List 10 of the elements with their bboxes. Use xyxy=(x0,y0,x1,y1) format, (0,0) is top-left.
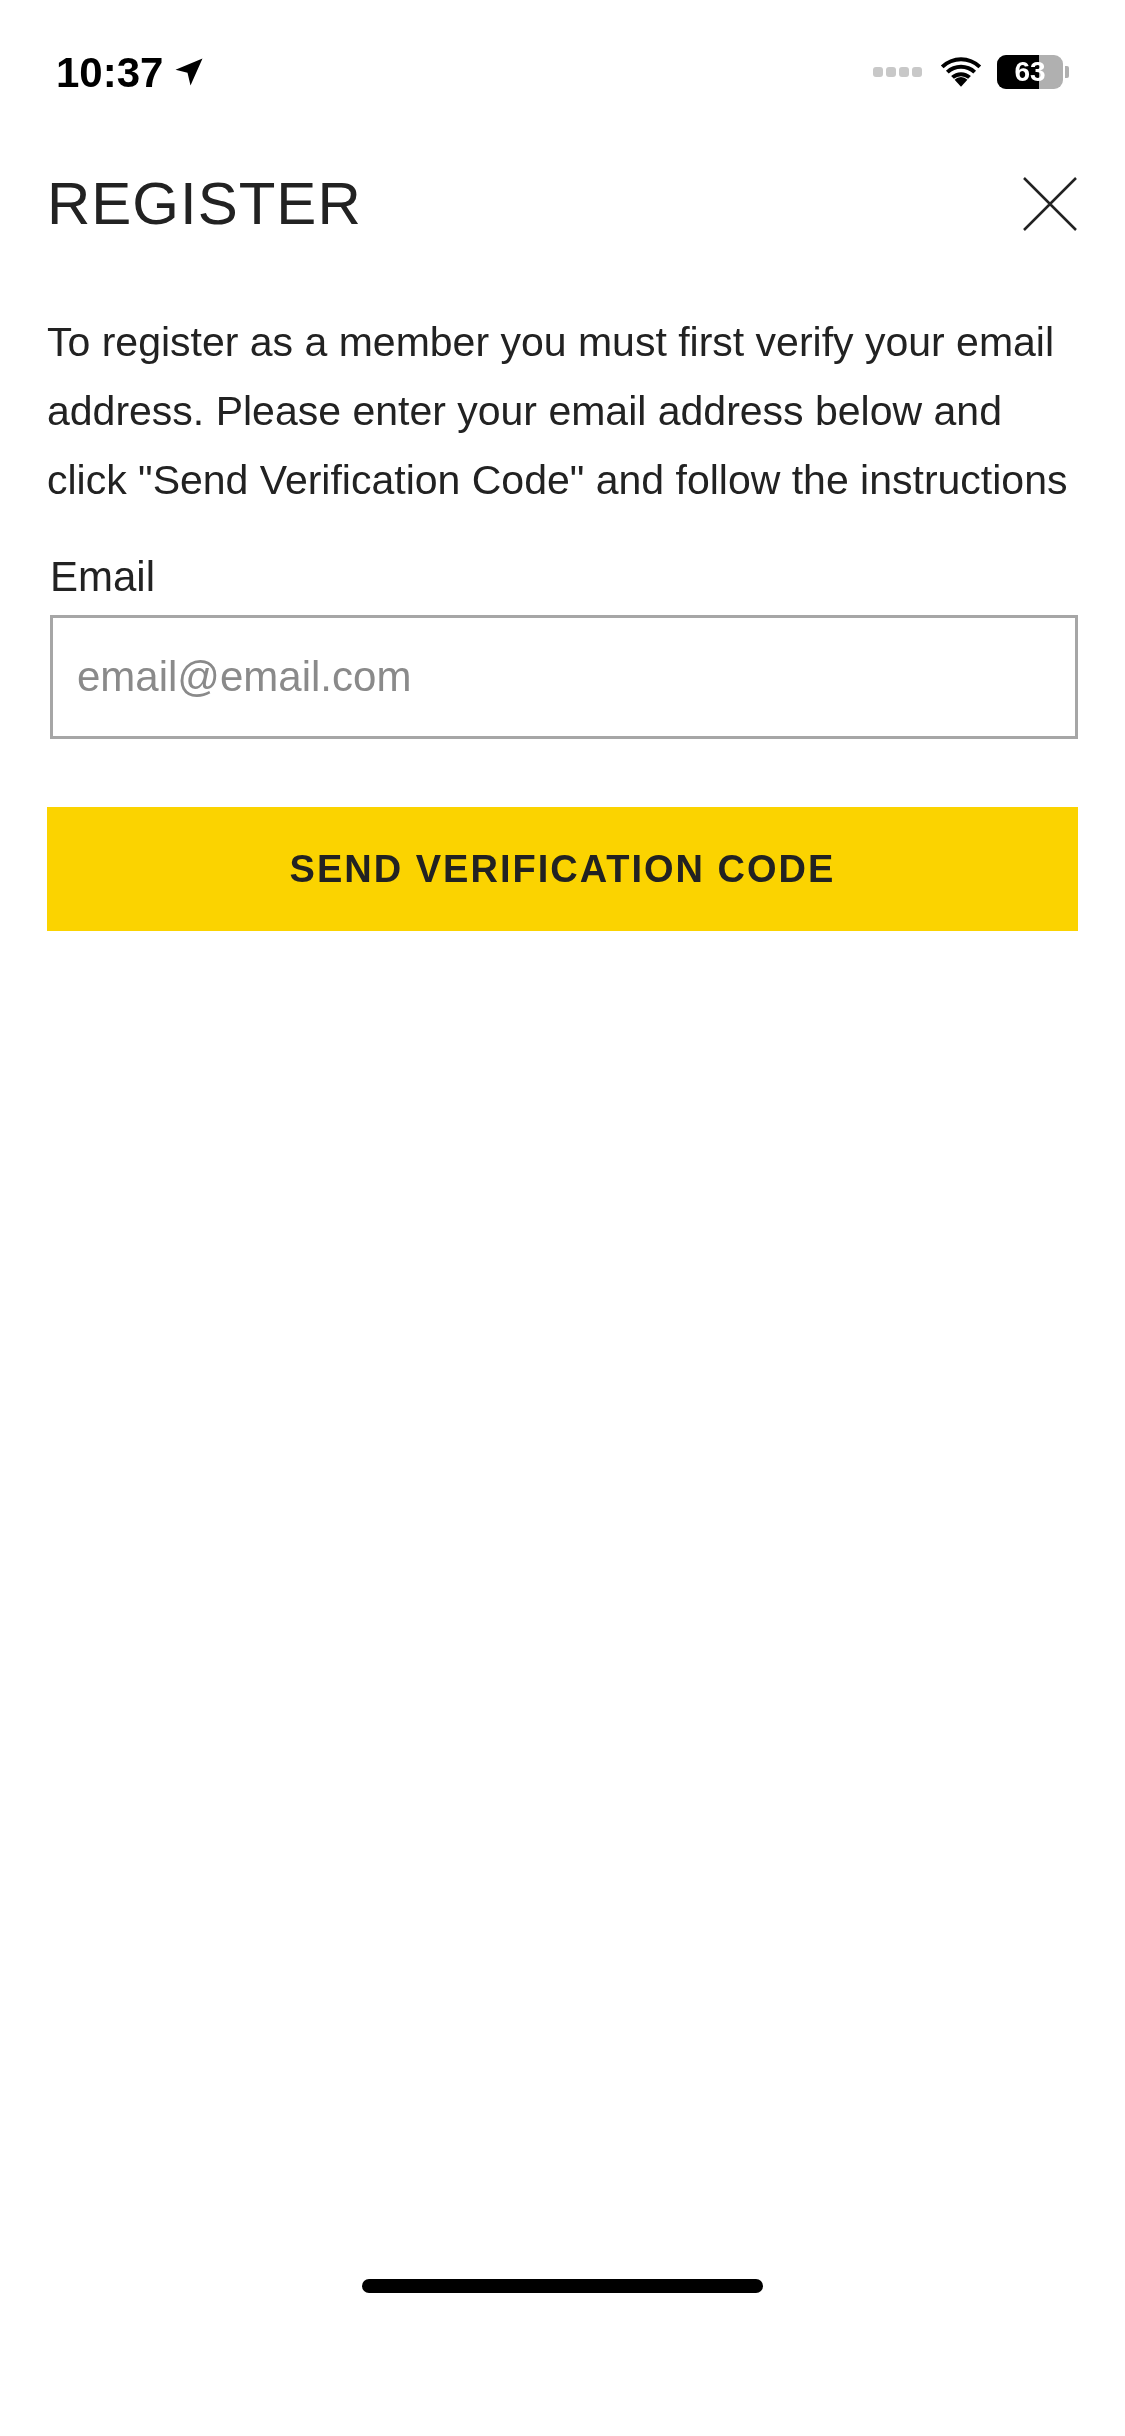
cellular-signal-icon xyxy=(873,65,925,79)
status-time: 10:37 xyxy=(56,47,164,98)
wifi-icon xyxy=(939,55,983,89)
close-button[interactable] xyxy=(1022,176,1078,232)
close-icon xyxy=(1022,176,1078,232)
page-title: REGISTER xyxy=(47,169,362,239)
send-verification-code-button[interactable]: SEND VERIFICATION CODE xyxy=(47,807,1078,931)
intro-paragraph: To register as a member you must first verify your email address. Please enter your email address below and click "Send Verification Code" and follow the instructions xyxy=(47,318,1069,505)
email-label: Email xyxy=(50,552,157,602)
email-field[interactable]: email@email.com xyxy=(50,615,1078,739)
